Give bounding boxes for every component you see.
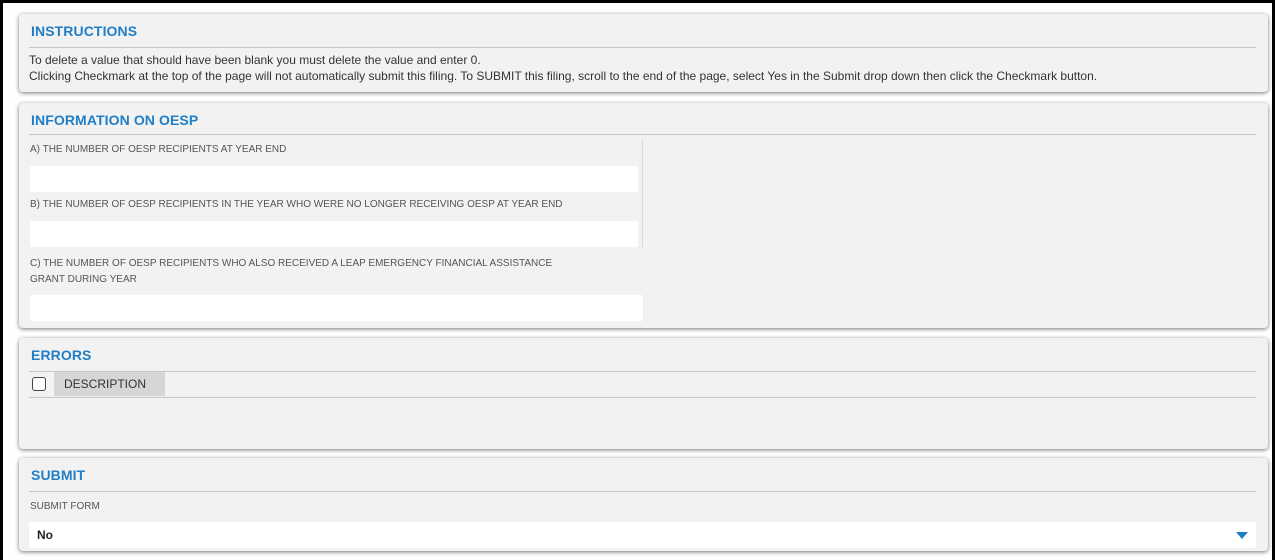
field-b-label: B) THE NUMBER OF OESP RECIPIENTS IN THE …: [30, 199, 563, 210]
errors-table-bottom-border: [29, 397, 1256, 398]
submit-form-select[interactable]: No: [29, 522, 1256, 548]
oesp-divider: [29, 134, 1256, 135]
oesp-title: INFORMATION ON OESP: [31, 112, 199, 128]
errors-divider: [29, 371, 1256, 372]
instructions-panel: INSTRUCTIONS To delete a value that shou…: [19, 14, 1268, 92]
errors-panel: ERRORS DESCRIPTION: [19, 338, 1268, 449]
column-divider: [642, 139, 643, 247]
field-a-label: A) THE NUMBER OF OESP RECIPIENTS AT YEAR…: [30, 144, 287, 155]
submit-panel: SUBMIT SUBMIT FORM No: [19, 458, 1268, 551]
recipients-year-end-input[interactable]: [30, 166, 638, 192]
errors-title: ERRORS: [31, 347, 92, 363]
submit-title: SUBMIT: [31, 467, 86, 483]
instruction-line-1: To delete a value that should have been …: [29, 53, 481, 67]
select-all-checkbox-icon[interactable]: [32, 377, 46, 391]
recipients-no-longer-receiving-input[interactable]: [30, 221, 638, 247]
instructions-divider: [29, 47, 1256, 48]
caret-down-icon[interactable]: [1236, 532, 1248, 539]
submit-divider: [29, 491, 1256, 492]
submit-form-label: SUBMIT FORM: [30, 501, 100, 512]
description-column-header[interactable]: DESCRIPTION: [54, 372, 165, 396]
oesp-panel: INFORMATION ON OESP A) THE NUMBER OF OES…: [19, 103, 1268, 328]
instruction-line-2: Clicking Checkmark at the top of the pag…: [29, 69, 1098, 83]
field-c-label-line-2: GRANT DURING YEAR: [30, 274, 137, 285]
recipients-leap-grant-input[interactable]: [30, 295, 643, 321]
instructions-title: INSTRUCTIONS: [31, 23, 138, 39]
submit-form-selected-value: No: [37, 528, 53, 542]
